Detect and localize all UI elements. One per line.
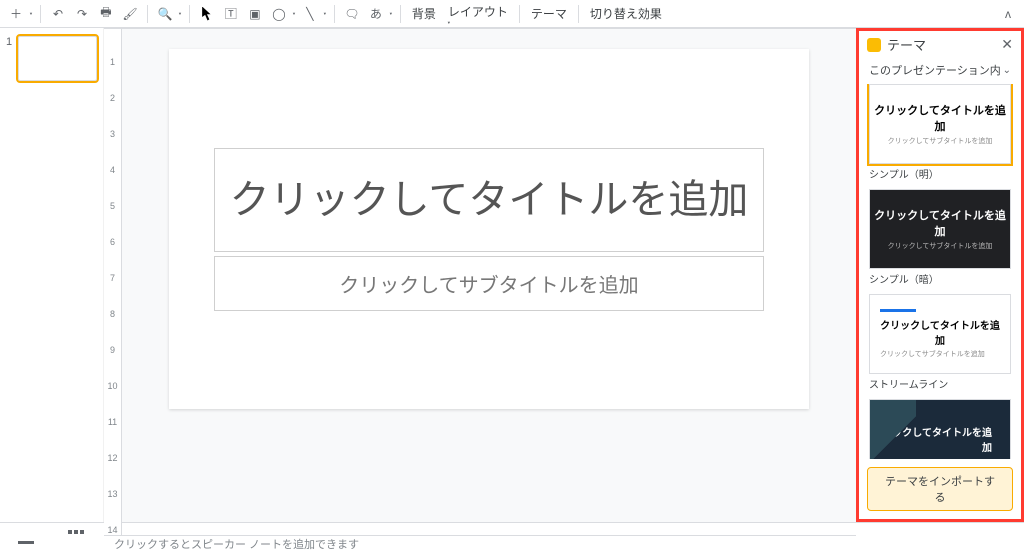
theme-section-label: このプレゼンテーション内 <box>869 62 1001 78</box>
divider <box>400 5 401 23</box>
chevron-down-icon: ⌄ <box>1003 65 1011 76</box>
theme-thumbnail[interactable]: クリックしてタイトルを追加 <box>869 399 1011 459</box>
input-tools-button[interactable]: あ <box>366 3 386 25</box>
background-menu[interactable]: 背景 <box>408 5 440 22</box>
filmstrip-view-button[interactable] <box>18 530 38 544</box>
theme-item-streamline[interactable]: クリックしてタイトルを追加 クリックしてサブタイトルを追加 ストリームライン <box>859 294 1021 395</box>
theme-panel-header: テーマ ✕ <box>859 31 1021 58</box>
textbox-tool[interactable]: 🅃 <box>221 3 241 25</box>
theme-thumb-sub: クリックしてサブタイトルを追加 <box>880 349 985 359</box>
shape-tool[interactable]: ◯ <box>269 3 289 25</box>
collapse-toolbar-button[interactable]: ᴧ <box>998 3 1018 25</box>
toolbar: ＋ ▼ ↶ ↷ 🖶 🖌 🔍 ▼ 🅃 ▣ ◯ ▼ ╲ ▼ 🗨 あ ▼ 背景 レイア… <box>0 0 1024 28</box>
theme-panel-footer: テーマをインポートする <box>859 459 1021 519</box>
filmstrip-view-icon <box>18 530 34 544</box>
slide-canvas[interactable]: クリックしてタイトルを追加 クリックしてサブタイトルを追加 <box>122 29 856 535</box>
select-tool[interactable] <box>197 3 217 25</box>
divider <box>189 5 190 23</box>
canvas-row: 1234567891011121314 クリックしてタイトルを追加 クリックして… <box>104 29 856 535</box>
theme-thumb-title: クリックしてタイトルを追加 <box>870 102 1010 134</box>
comment-button[interactable]: 🗨 <box>342 3 362 25</box>
print-button[interactable]: 🖶 <box>96 3 116 25</box>
theme-thumb-sub: クリックしてサブタイトルを追加 <box>888 241 993 251</box>
canvas-area: 123456789 1234567891011121314 クリックしてタイトル… <box>104 28 856 522</box>
zoom-dropdown[interactable]: ▼ <box>178 11 182 16</box>
theme-panel-title: テーマ <box>887 35 926 54</box>
image-tool[interactable]: ▣ <box>245 3 265 25</box>
new-slide-dropdown[interactable]: ▼ <box>29 11 33 16</box>
accent-bar <box>880 309 916 312</box>
theme-list: クリックしてタイトルを追加 クリックしてサブタイトルを追加 シンプル（明） クリ… <box>859 84 1021 459</box>
shape-dropdown[interactable]: ▼ <box>292 11 296 16</box>
slide-number: 1 <box>6 36 14 81</box>
theme-thumb-title: クリックしてタイトルを追加 <box>870 207 1010 239</box>
divider <box>519 5 520 23</box>
divider <box>578 5 579 23</box>
speaker-notes[interactable]: クリックするとスピーカー ノートを追加できます <box>104 535 856 550</box>
theme-panel: テーマ ✕ このプレゼンテーション内 ⌄ クリックしてタイトルを追加 クリックし… <box>856 28 1024 522</box>
line-dropdown[interactable]: ▼ <box>323 11 327 16</box>
theme-thumbnail[interactable]: クリックしてタイトルを追加 クリックしてサブタイトルを追加 <box>869 294 1011 374</box>
new-slide-button[interactable]: ＋ <box>6 3 26 25</box>
line-tool[interactable]: ╲ <box>300 3 320 25</box>
divider <box>147 5 148 23</box>
title-placeholder[interactable]: クリックしてタイトルを追加 <box>214 148 764 252</box>
layout-menu[interactable]: レイアウト▼ <box>444 3 512 25</box>
main-area: 1 123456789 1234567891011121314 クリックしてタイ… <box>0 28 1024 522</box>
vertical-ruler: 1234567891011121314 <box>104 29 122 535</box>
paint-format-button[interactable]: 🖌 <box>120 3 140 25</box>
pointer-icon <box>201 7 213 21</box>
undo-button[interactable]: ↶ <box>48 3 68 25</box>
theme-section-toggle[interactable]: このプレゼンテーション内 ⌄ <box>859 58 1021 84</box>
input-tools-dropdown[interactable]: ▼ <box>389 11 393 16</box>
theme-label: シンプル（明） <box>869 164 1011 185</box>
slide[interactable]: クリックしてタイトルを追加 クリックしてサブタイトルを追加 <box>169 49 809 409</box>
decorative-triangle <box>870 400 916 459</box>
close-panel-button[interactable]: ✕ <box>1001 36 1013 53</box>
slide-thumbnail[interactable] <box>18 36 97 81</box>
theme-thumb-sub: クリックしてサブタイトルを追加 <box>888 136 993 146</box>
theme-label: シンプル（暗） <box>869 269 1011 290</box>
theme-thumb-title: クリックしてタイトルを追加 <box>880 317 1000 347</box>
theme-item-focus[interactable]: クリックしてタイトルを追加 フォーカス <box>859 399 1021 459</box>
layout-label: レイアウト <box>448 5 508 19</box>
divider <box>334 5 335 23</box>
transition-menu[interactable]: 切り替え効果 <box>586 5 666 22</box>
subtitle-placeholder[interactable]: クリックしてサブタイトルを追加 <box>214 256 764 311</box>
grid-view-button[interactable] <box>68 530 88 544</box>
slides-logo-icon <box>867 38 881 52</box>
slide-thumb-1[interactable]: 1 <box>0 28 103 89</box>
theme-item-simple-light[interactable]: クリックしてタイトルを追加 クリックしてサブタイトルを追加 シンプル（明） <box>859 84 1021 185</box>
zoom-button[interactable]: 🔍 <box>155 3 175 25</box>
divider <box>40 5 41 23</box>
theme-item-simple-dark[interactable]: クリックしてタイトルを追加 クリックしてサブタイトルを追加 シンプル（暗） <box>859 189 1021 290</box>
import-theme-button[interactable]: テーマをインポートする <box>867 467 1013 511</box>
theme-thumbnail[interactable]: クリックしてタイトルを追加 クリックしてサブタイトルを追加 <box>869 189 1011 269</box>
redo-button[interactable]: ↷ <box>72 3 92 25</box>
chevron-down-icon: ▼ <box>447 20 508 25</box>
theme-menu[interactable]: テーマ <box>527 5 571 22</box>
slide-filmstrip: 1 <box>0 28 104 522</box>
theme-thumbnail[interactable]: クリックしてタイトルを追加 クリックしてサブタイトルを追加 <box>869 84 1011 164</box>
theme-label: ストリームライン <box>869 374 1011 395</box>
